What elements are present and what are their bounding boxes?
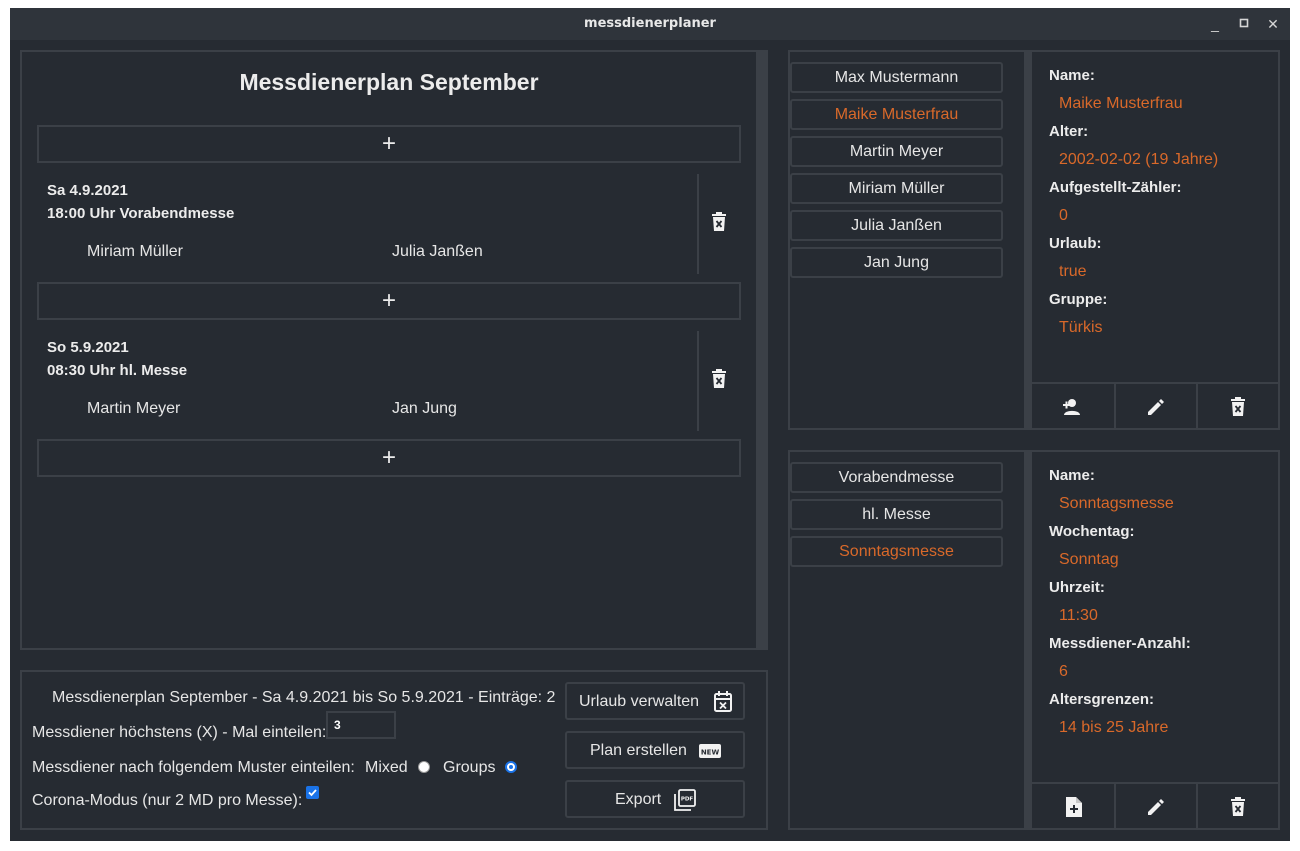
export-label: Export (615, 791, 662, 808)
entry-server: Jan Jung (392, 400, 457, 417)
title-bar[interactable]: messdienerplaner _ ✕ (10, 8, 1290, 40)
server-item[interactable]: Miriam Müller (790, 173, 1003, 204)
pattern-label: Messdiener nach folgendem Muster einteil… (32, 759, 355, 776)
max-assign-input[interactable]: 3 (326, 711, 396, 739)
add-file-icon (1066, 797, 1082, 817)
entry-date: So 5.9.2021 (47, 339, 129, 356)
trash-icon (712, 369, 726, 388)
server-item[interactable]: Julia Janßen (790, 210, 1003, 241)
edit-mass-button[interactable] (1116, 784, 1196, 830)
add-user-icon (1063, 399, 1080, 415)
entry-server: Miriam Müller (87, 243, 183, 260)
minimize-button[interactable]: _ (1205, 14, 1225, 34)
server-name-value: Maike Musterfrau (1059, 95, 1183, 112)
server-item[interactable]: Martin Meyer (790, 136, 1003, 167)
pdf-badge-text: PDF (681, 797, 694, 803)
create-plan-button[interactable]: Plan erstellen NEW (565, 731, 745, 769)
trash-icon (1231, 797, 1245, 816)
trash-icon (1231, 397, 1245, 416)
delete-mass-button[interactable] (1198, 784, 1278, 830)
corona-label: Corona-Modus (nur 2 MD pro Messe): (32, 792, 303, 809)
mass-weekday-label: Wochentag: (1049, 523, 1135, 540)
window-title: messdienerplaner (584, 16, 716, 31)
add-entry-button[interactable]: + (37, 125, 741, 163)
entry-divider (697, 331, 699, 431)
server-age-value: 2002-02-02 (19 Jahre) (1059, 151, 1219, 168)
mass-name-value: Sonntagsmesse (1059, 495, 1174, 512)
mass-age-limits-label: Altersgrenzen: (1049, 691, 1155, 708)
server-item[interactable]: Jan Jung (790, 247, 1003, 278)
close-button[interactable]: ✕ (1263, 14, 1283, 34)
add-entry-button[interactable]: + (37, 439, 741, 477)
plan-title: Messdienerplan September (239, 69, 539, 95)
corona-checkbox[interactable] (306, 786, 319, 799)
mass-time-value: 11:30 (1059, 607, 1098, 624)
server-group-label: Gruppe: (1049, 291, 1108, 308)
mass-name-label: Name: (1049, 467, 1095, 484)
add-mass-button[interactable] (1034, 784, 1114, 830)
delete-entry-button[interactable] (711, 369, 729, 391)
plan-summary: Messdienerplan September - Sa 4.9.2021 b… (52, 689, 556, 706)
pdf-icon: PDF (674, 789, 696, 811)
maximize-icon (1239, 18, 1249, 28)
server-item[interactable]: Max Mustermann (790, 62, 1003, 93)
entry-server: Martin Meyer (87, 400, 181, 417)
delete-server-button[interactable] (1198, 384, 1278, 430)
server-count-label: Aufgestellt-Zähler: (1049, 179, 1182, 196)
mass-item[interactable]: Vorabendmesse (790, 462, 1003, 493)
server-name-label: Name: (1049, 67, 1095, 84)
manage-vacation-button[interactable]: Urlaub verwalten (565, 682, 745, 720)
server-age-label: Alter: (1049, 123, 1089, 140)
mass-item[interactable]: Sonntagsmesse (790, 536, 1003, 567)
plan-entry: Sa 4.9.2021 18:00 Uhr Vorabendmesse Miri… (37, 174, 741, 274)
create-plan-label: Plan erstellen (590, 742, 687, 759)
entry-divider (697, 174, 699, 274)
mass-server-count-value: 6 (1059, 663, 1068, 680)
server-vacation-value: true (1059, 263, 1087, 280)
edit-server-button[interactable] (1116, 384, 1196, 430)
server-group-value: Türkis (1059, 319, 1103, 336)
new-badge-text: NEW (701, 749, 720, 757)
pencil-icon (1148, 799, 1164, 815)
mixed-radio[interactable] (418, 761, 430, 773)
servers-divider (1024, 52, 1032, 428)
mass-age-limits-value: 14 bis 25 Jahre (1059, 719, 1169, 736)
plus-icon: + (381, 130, 396, 157)
groups-radio[interactable] (505, 761, 517, 773)
plus-icon: + (381, 444, 396, 471)
plan-entry: So 5.9.2021 08:30 Uhr hl. Messe Martin M… (37, 331, 741, 431)
export-button[interactable]: Export PDF (565, 780, 745, 818)
plus-icon: + (381, 287, 396, 314)
mixed-label: Mixed (365, 759, 408, 776)
mass-server-count-label: Messdiener-Anzahl: (1049, 635, 1191, 652)
server-count-value: 0 (1059, 207, 1068, 224)
add-entry-button[interactable]: + (37, 282, 741, 320)
groups-label: Groups (443, 759, 496, 776)
add-server-button[interactable] (1034, 384, 1114, 430)
mass-item[interactable]: hl. Messe (790, 499, 1003, 530)
entry-mass: 18:00 Uhr Vorabendmesse (47, 205, 235, 222)
entry-server: Julia Janßen (392, 243, 483, 260)
manage-vacation-label: Urlaub verwalten (579, 693, 700, 710)
new-badge-icon: NEW (699, 744, 721, 758)
checkmark-icon (308, 789, 317, 797)
mass-weekday-value: Sonntag (1059, 551, 1119, 568)
entry-date: Sa 4.9.2021 (47, 182, 128, 199)
maximize-button[interactable] (1234, 14, 1254, 34)
trash-icon (712, 212, 726, 231)
masses-divider (1024, 452, 1032, 828)
server-vacation-label: Urlaub: (1049, 235, 1102, 252)
pencil-icon (1148, 399, 1164, 415)
mass-time-label: Uhrzeit: (1049, 579, 1105, 596)
server-item[interactable]: Maike Musterfrau (790, 99, 1003, 130)
plan-scrollbar[interactable] (756, 52, 768, 648)
calendar-x-icon (714, 691, 732, 712)
delete-entry-button[interactable] (711, 212, 729, 234)
entry-mass: 08:30 Uhr hl. Messe (47, 362, 188, 379)
max-assign-label: Messdiener höchstens (X) - Mal einteilen… (32, 724, 327, 741)
